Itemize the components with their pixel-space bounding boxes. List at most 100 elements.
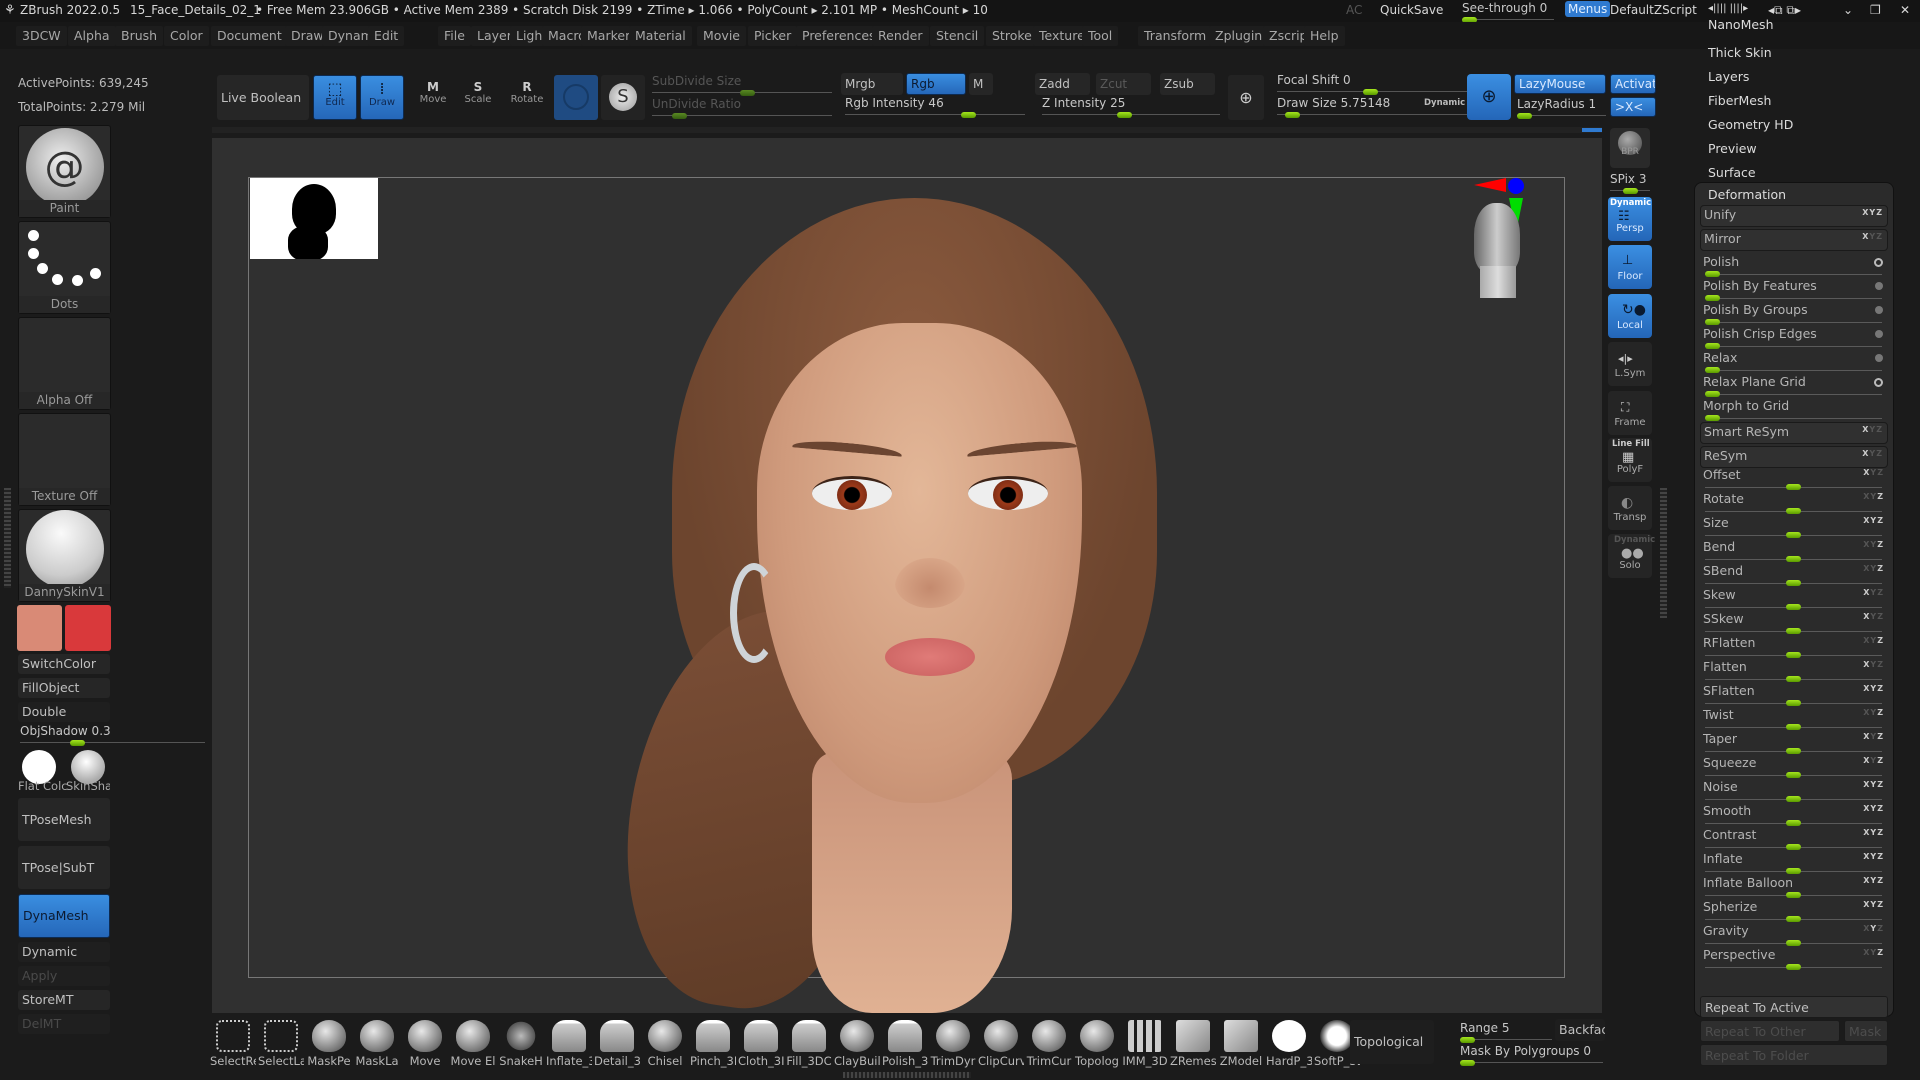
deform-contrast-slider[interactable]: Contrast XYZ bbox=[1700, 826, 1888, 850]
floor-button[interactable]: ⊥ Floor bbox=[1608, 245, 1652, 289]
menu-render[interactable]: Render bbox=[872, 26, 929, 46]
brush-trimcur[interactable]: TrimCur bbox=[1026, 1020, 1072, 1076]
slider-knob[interactable] bbox=[1705, 415, 1720, 421]
dynamic-size-button[interactable]: Dynamic bbox=[1424, 98, 1465, 108]
stroke-s-button[interactable]: ⊕ bbox=[1228, 75, 1264, 120]
canvas[interactable] bbox=[212, 138, 1602, 1023]
rotate-button[interactable]: R Rotate bbox=[507, 80, 547, 105]
brush-cloth-3i[interactable]: Cloth_3I bbox=[738, 1020, 784, 1076]
deform-smooth-slider[interactable]: Smooth XYZ bbox=[1700, 802, 1888, 826]
frame-button[interactable]: ⛶ Frame bbox=[1608, 391, 1652, 435]
menu-picker[interactable]: Picker bbox=[748, 26, 798, 46]
deform-size-slider[interactable]: Size XYZ bbox=[1700, 514, 1888, 538]
menu-brush[interactable]: Brush bbox=[115, 26, 164, 46]
xyz-axis-toggles[interactable]: XYZ bbox=[1862, 425, 1883, 434]
undivide-ratio-slider[interactable]: UnDivide Ratio bbox=[652, 97, 832, 119]
menu-movie[interactable]: Movie bbox=[697, 26, 746, 46]
deform-polish-by-features-slider[interactable]: Polish By Features bbox=[1700, 277, 1888, 301]
lsym-button[interactable]: ◂|▸ L.Sym bbox=[1608, 342, 1652, 386]
deform-polish-slider[interactable]: Polish bbox=[1700, 253, 1888, 277]
xyz-axis-toggles[interactable]: XYZ bbox=[1863, 732, 1884, 741]
xyz-axis-toggles[interactable]: XYZ bbox=[1863, 756, 1884, 765]
local-button[interactable]: ↻● Local bbox=[1608, 294, 1652, 338]
brush-topolog[interactable]: Topolog bbox=[1074, 1020, 1120, 1076]
subdivide-size-slider[interactable]: SubDivide Size bbox=[652, 74, 832, 96]
scale-button[interactable]: S Scale bbox=[458, 80, 498, 105]
xyz-axis-toggles[interactable]: XYZ bbox=[1863, 852, 1884, 861]
deform-skew-slider[interactable]: Skew XYZ bbox=[1700, 586, 1888, 610]
deform-sflatten-slider[interactable]: SFlatten XYZ bbox=[1700, 682, 1888, 706]
tool-menu-fibermesh[interactable]: FiberMesh bbox=[1708, 93, 1771, 108]
focal-shift-slider[interactable]: Focal Shift 0 bbox=[1277, 73, 1467, 95]
minimize-icon[interactable]: ⌄ bbox=[1843, 3, 1853, 17]
zsub-button[interactable]: Zsub bbox=[1160, 73, 1215, 95]
deform-noise-slider[interactable]: Noise XYZ bbox=[1700, 778, 1888, 802]
menu-color[interactable]: Color bbox=[164, 26, 209, 46]
repeat-to-folder-button[interactable]: Repeat To Folder bbox=[1700, 1044, 1888, 1066]
menu-stencil[interactable]: Stencil bbox=[930, 26, 985, 46]
brush-inflate-3[interactable]: Inflate_3 bbox=[546, 1020, 592, 1076]
menu-help[interactable]: Help bbox=[1304, 26, 1345, 46]
brush-zmodel[interactable]: ZModel bbox=[1218, 1020, 1264, 1076]
see-through-slider[interactable]: See-through 0 bbox=[1462, 1, 1554, 23]
deform-morph-to-grid-slider[interactable]: Morph to Grid bbox=[1700, 397, 1888, 421]
xyz-axis-toggles[interactable]: XYZ bbox=[1863, 564, 1884, 573]
material-thumbnail[interactable]: DannySkinV1 bbox=[18, 509, 111, 602]
x-symmetry-button[interactable]: >X< bbox=[1610, 97, 1656, 117]
menu-alpha[interactable]: Alpha bbox=[68, 26, 116, 46]
menu-edit[interactable]: Edit bbox=[368, 26, 405, 46]
zcut-button[interactable]: Zcut bbox=[1096, 73, 1151, 95]
deform-mirror-button[interactable]: Mirror XYZ bbox=[1700, 229, 1888, 251]
xyz-axis-toggles[interactable]: XYZ bbox=[1863, 900, 1884, 909]
deform-resym-button[interactable]: ReSym XYZ bbox=[1700, 446, 1888, 468]
deform-relax-slider[interactable]: Relax bbox=[1700, 349, 1888, 373]
xyz-axis-toggles[interactable]: XYZ bbox=[1863, 924, 1884, 933]
layout-switch-icon[interactable]: ◂⧉ ⧉▸ bbox=[1768, 3, 1801, 18]
menu-tool[interactable]: Tool bbox=[1082, 26, 1119, 46]
topological-button[interactable]: Topological bbox=[1350, 1020, 1434, 1064]
brush-claybuil[interactable]: ClayBuil bbox=[834, 1020, 880, 1076]
menu-3dcw[interactable]: 3DCW bbox=[16, 26, 67, 46]
tray-left-icon[interactable]: ◂|||| ||||▸ bbox=[1708, 3, 1748, 14]
repeat-to-active-button[interactable]: Repeat To Active bbox=[1700, 996, 1888, 1018]
brush-pinch-3i[interactable]: Pinch_3I bbox=[690, 1020, 736, 1076]
xyz-axis-toggles[interactable]: XYZ bbox=[1863, 876, 1884, 885]
brush-snakeh[interactable]: SnakeH bbox=[498, 1020, 544, 1076]
xyz-axis-toggles[interactable]: XYZ bbox=[1863, 636, 1884, 645]
transp-button[interactable]: ◐ Transp bbox=[1608, 486, 1652, 530]
xyz-axis-toggles[interactable]: XYZ bbox=[1862, 208, 1883, 217]
xyz-axis-toggles[interactable]: XYZ bbox=[1863, 492, 1884, 501]
repeat-to-other-button[interactable]: Repeat To Other bbox=[1700, 1020, 1840, 1042]
alpha-thumbnail[interactable]: Alpha Off bbox=[18, 317, 111, 410]
deform-polish-by-groups-slider[interactable]: Polish By Groups bbox=[1700, 301, 1888, 325]
xyz-axis-toggles[interactable]: XYZ bbox=[1863, 684, 1884, 693]
stroke-thumbnail[interactable]: Dots bbox=[18, 221, 111, 314]
brush-thumbnail[interactable]: @ Paint bbox=[18, 125, 111, 218]
deform-gravity-slider[interactable]: Gravity XYZ bbox=[1700, 922, 1888, 946]
ac-button[interactable]: AC bbox=[1346, 3, 1362, 17]
deform-offset-slider[interactable]: Offset XYZ bbox=[1700, 466, 1888, 490]
brush-maskla[interactable]: MaskLa bbox=[354, 1020, 400, 1076]
lazymouse-button[interactable]: LazyMouse bbox=[1514, 74, 1606, 94]
deform-bend-slider[interactable]: Bend XYZ bbox=[1700, 538, 1888, 562]
tool-menu-layers[interactable]: Layers bbox=[1708, 69, 1749, 84]
edit-button[interactable]: ⬚ Edit bbox=[313, 75, 357, 120]
draw-button[interactable]: ⁞ Draw bbox=[360, 75, 404, 120]
solo-button[interactable]: Dynamic ●● Solo bbox=[1608, 534, 1655, 578]
menu-preferences[interactable]: Preferences bbox=[796, 26, 882, 46]
activate-button[interactable]: Activate bbox=[1610, 74, 1656, 94]
texture-thumbnail[interactable]: Texture Off bbox=[18, 413, 111, 506]
xyz-axis-toggles[interactable]: XYZ bbox=[1862, 232, 1883, 241]
xyz-axis-toggles[interactable]: XYZ bbox=[1863, 588, 1884, 597]
restore-icon[interactable]: ❐ bbox=[1870, 3, 1881, 17]
navigation-head-icon[interactable] bbox=[1474, 203, 1520, 273]
tool-menu-surface[interactable]: Surface bbox=[1708, 165, 1756, 180]
deform-taper-slider[interactable]: Taper XYZ bbox=[1700, 730, 1888, 754]
deform-perspective-slider[interactable]: Perspective XYZ bbox=[1700, 946, 1888, 970]
mask-by-polygroups-slider[interactable]: Mask By Polygroups 0 bbox=[1460, 1044, 1603, 1066]
gizmo-button[interactable] bbox=[554, 75, 598, 120]
mrgb-button[interactable]: Mrgb bbox=[841, 73, 903, 95]
left-tray-handle[interactable] bbox=[4, 488, 11, 588]
tpose-mesh-button[interactable]: TPoseMesh bbox=[18, 798, 110, 841]
deform-sskew-slider[interactable]: SSkew XYZ bbox=[1700, 610, 1888, 634]
